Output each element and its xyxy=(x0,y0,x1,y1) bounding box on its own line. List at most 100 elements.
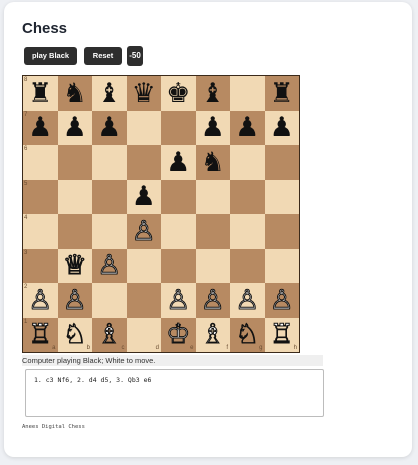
square-b6[interactable] xyxy=(57,145,92,180)
white-pawn-icon[interactable]: ♙ xyxy=(200,286,225,314)
black-knight-icon[interactable]: ♞ xyxy=(63,80,87,107)
black-pawn-icon[interactable]: ♟ xyxy=(270,114,294,141)
square-d1[interactable]: d xyxy=(126,317,161,352)
square-a4[interactable]: 4 xyxy=(23,214,58,249)
black-knight-icon[interactable]: ♞ xyxy=(201,149,225,176)
square-h6[interactable] xyxy=(264,145,299,180)
white-pawn-icon[interactable]: ♙ xyxy=(235,286,260,314)
white-knight-icon[interactable]: ♘ xyxy=(235,321,260,349)
square-e3[interactable] xyxy=(161,248,196,283)
black-queen-icon[interactable]: ♛ xyxy=(132,80,156,107)
play-black-button[interactable]: play Black xyxy=(24,47,77,65)
square-e7[interactable] xyxy=(161,110,196,145)
square-f3[interactable] xyxy=(195,248,230,283)
black-pawn-icon[interactable]: ♟ xyxy=(63,114,87,141)
square-c8[interactable]: ♝ xyxy=(92,76,127,111)
black-rook-icon[interactable]: ♜ xyxy=(28,80,52,107)
square-e5[interactable] xyxy=(161,179,196,214)
white-bishop-icon[interactable]: ♗ xyxy=(200,321,225,349)
square-h4[interactable] xyxy=(264,214,299,249)
white-bishop-icon[interactable]: ♗ xyxy=(97,321,122,349)
square-f6[interactable]: ♞ xyxy=(195,145,230,180)
square-d7[interactable] xyxy=(126,110,161,145)
white-pawn-icon[interactable]: ♙ xyxy=(269,286,294,314)
square-d2[interactable] xyxy=(126,283,161,318)
square-d4[interactable]: ♙ xyxy=(126,214,161,249)
square-f7[interactable]: ♟ xyxy=(195,110,230,145)
square-f5[interactable] xyxy=(195,179,230,214)
white-rook-icon[interactable]: ♖ xyxy=(269,321,294,349)
square-a7[interactable]: 7 ♟ xyxy=(23,110,58,145)
square-h7[interactable]: ♟ xyxy=(264,110,299,145)
square-b8[interactable]: ♞ xyxy=(57,76,92,111)
square-g3[interactable] xyxy=(230,248,265,283)
square-h8[interactable]: ♜ xyxy=(264,76,299,111)
black-pawn-icon[interactable]: ♟ xyxy=(166,149,190,176)
square-c6[interactable] xyxy=(92,145,127,180)
square-g5[interactable] xyxy=(230,179,265,214)
square-e6[interactable]: ♟ xyxy=(161,145,196,180)
square-b5[interactable] xyxy=(57,179,92,214)
reset-button[interactable]: Reset xyxy=(84,47,122,65)
square-e1[interactable]: e ♔ xyxy=(161,317,196,352)
white-pawn-icon[interactable]: ♙ xyxy=(131,217,156,245)
black-pawn-icon[interactable]: ♟ xyxy=(235,114,259,141)
black-bishop-icon[interactable]: ♝ xyxy=(97,80,121,107)
square-a5[interactable]: 5 xyxy=(23,179,58,214)
square-f2[interactable]: ♙ xyxy=(195,283,230,318)
square-g7[interactable]: ♟ xyxy=(230,110,265,145)
white-pawn-icon[interactable]: ♙ xyxy=(62,286,87,314)
white-pawn-icon[interactable]: ♙ xyxy=(97,252,122,280)
black-rook-icon[interactable]: ♜ xyxy=(270,80,294,107)
black-pawn-icon[interactable]: ♟ xyxy=(201,114,225,141)
white-pawn-icon[interactable]: ♙ xyxy=(28,286,53,314)
square-h3[interactable] xyxy=(264,248,299,283)
square-a3[interactable]: 3 xyxy=(23,248,58,283)
square-g8[interactable] xyxy=(230,76,265,111)
square-d5[interactable]: ♟ xyxy=(126,179,161,214)
square-c4[interactable] xyxy=(92,214,127,249)
square-c3[interactable]: ♙ xyxy=(92,248,127,283)
square-a1[interactable]: 1 a ♖ xyxy=(23,317,58,352)
square-f1[interactable]: f ♗ xyxy=(195,317,230,352)
white-pawn-icon[interactable]: ♙ xyxy=(166,286,191,314)
square-c1[interactable]: c ♗ xyxy=(92,317,127,352)
black-pawn-icon[interactable]: ♟ xyxy=(132,183,156,210)
square-g4[interactable] xyxy=(230,214,265,249)
move-history-box[interactable]: 1. c3 Nf6, 2. d4 d5, 3. Qb3 e6 xyxy=(25,369,324,417)
square-d3[interactable] xyxy=(126,248,161,283)
white-queen-icon[interactable]: ♕ xyxy=(62,252,87,280)
square-d6[interactable] xyxy=(126,145,161,180)
square-a8[interactable]: 8 ♜ xyxy=(23,76,58,111)
square-e8[interactable]: ♚ xyxy=(161,76,196,111)
square-d8[interactable]: ♛ xyxy=(126,76,161,111)
square-b3[interactable]: ♕ xyxy=(57,248,92,283)
square-g2[interactable]: ♙ xyxy=(230,283,265,318)
black-pawn-icon[interactable]: ♟ xyxy=(28,114,52,141)
black-king-icon[interactable]: ♚ xyxy=(166,80,190,107)
white-knight-icon[interactable]: ♘ xyxy=(62,321,87,349)
square-h1[interactable]: h ♖ xyxy=(264,317,299,352)
square-e2[interactable]: ♙ xyxy=(161,283,196,318)
square-b4[interactable] xyxy=(57,214,92,249)
square-g1[interactable]: g ♘ xyxy=(230,317,265,352)
square-e4[interactable] xyxy=(161,214,196,249)
square-h5[interactable] xyxy=(264,179,299,214)
square-a2[interactable]: 2 ♙ xyxy=(23,283,58,318)
white-rook-icon[interactable]: ♖ xyxy=(28,321,53,349)
footer-credit: Anees Digital Chess xyxy=(22,424,85,430)
square-c5[interactable] xyxy=(92,179,127,214)
black-pawn-icon[interactable]: ♟ xyxy=(97,114,121,141)
square-b1[interactable]: b ♘ xyxy=(57,317,92,352)
square-f8[interactable]: ♝ xyxy=(195,76,230,111)
black-bishop-icon[interactable]: ♝ xyxy=(201,80,225,107)
square-g6[interactable] xyxy=(230,145,265,180)
square-b7[interactable]: ♟ xyxy=(57,110,92,145)
square-b2[interactable]: ♙ xyxy=(57,283,92,318)
square-c2[interactable] xyxy=(92,283,127,318)
white-king-icon[interactable]: ♔ xyxy=(166,321,191,349)
square-a6[interactable]: 6 xyxy=(23,145,58,180)
square-f4[interactable] xyxy=(195,214,230,249)
square-h2[interactable]: ♙ xyxy=(264,283,299,318)
square-c7[interactable]: ♟ xyxy=(92,110,127,145)
